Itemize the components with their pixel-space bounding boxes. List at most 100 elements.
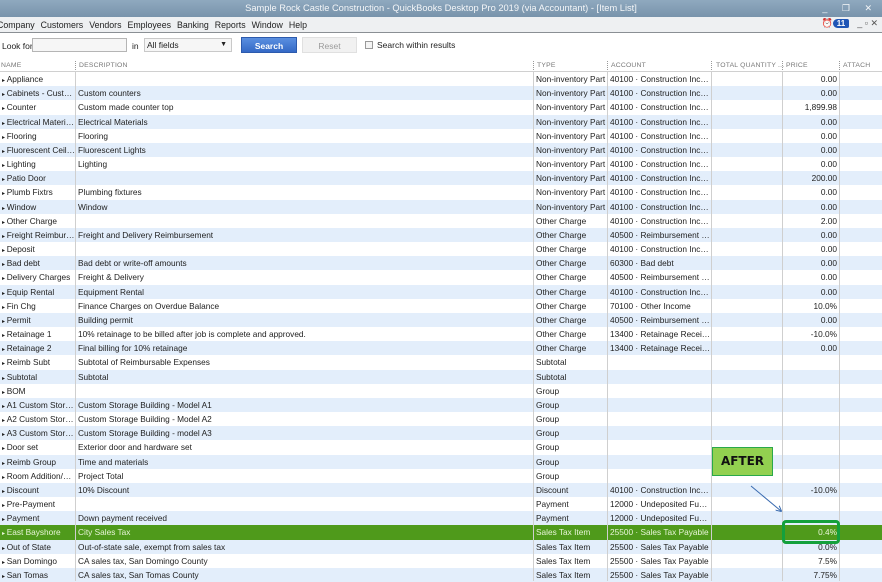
cell-name: ▸ Counter xyxy=(0,100,75,114)
cell-name: ▸ Lighting xyxy=(0,157,75,171)
col-account[interactable]: ACCOUNT xyxy=(611,62,646,69)
reset-button[interactable]: Reset xyxy=(302,37,357,53)
look-for-input[interactable] xyxy=(32,38,127,52)
table-row[interactable]: ▸ Reimb Subt Subtotal of Reimbursable Exp… xyxy=(0,355,882,369)
table-row[interactable]: ▸ Fin Chg Finance Charges on Overdue Bala… xyxy=(0,299,882,313)
menu-banking[interactable]: Banking xyxy=(177,20,209,30)
cell-description: Plumbing fixtures xyxy=(78,187,142,198)
window-controls[interactable]: _ ❐ ✕ xyxy=(822,0,878,17)
search-button[interactable]: Search xyxy=(241,37,297,53)
cell-account xyxy=(608,384,711,398)
table-row[interactable]: ▸ Subtotal Subtotal Subtotal xyxy=(0,369,882,384)
column-resize-handle[interactable] xyxy=(782,61,783,70)
cell-price: 0.00 xyxy=(820,229,837,240)
table-row[interactable]: ▸ San Tomas CA sales tax, San Tomas Count… xyxy=(0,567,882,582)
cell-type: Non-inventory Part xyxy=(536,74,606,84)
table-row[interactable]: ▸ Lighting Lighting Non-inventory Part 4010… xyxy=(0,157,882,171)
cell-price: 0.00 xyxy=(820,74,837,84)
reminders-button[interactable]: ⏰ 11 xyxy=(822,18,850,29)
cell-price: 0.00 xyxy=(820,343,837,354)
table-row[interactable]: ▸ Other Charge Other Charge 40100 · Constr… xyxy=(0,214,882,228)
cell-account: 25500 · Sales Tax Payable xyxy=(610,555,709,566)
col-attach[interactable]: ATTACH xyxy=(843,62,870,69)
menu-help[interactable]: Help xyxy=(289,20,307,30)
table-row[interactable]: ▸ Fluorescent Ceilin... Fluorescent Light… xyxy=(0,142,882,157)
cell-type: Other Charge xyxy=(536,229,587,240)
cell-total-quantity xyxy=(712,157,782,171)
menu-vendors[interactable]: Vendors xyxy=(89,20,121,30)
cell-name: ▸ Cabinets - Custom xyxy=(0,86,75,100)
table-row[interactable]: ▸ Appliance Non-inventory Part 40100 · Con… xyxy=(0,72,882,86)
table-row[interactable]: ▸ Retainage 2 Final billing for 10% retai… xyxy=(0,341,882,356)
table-row[interactable]: ▸ Permit Building permit Other Charge 40500… xyxy=(0,312,882,328)
col-description[interactable]: DESCRIPTION xyxy=(79,62,128,69)
cell-description: Out-of-state sale, exempt from sales tax xyxy=(78,541,226,552)
search-within-results[interactable]: Search within results xyxy=(365,40,455,50)
cell-account: 70100 · Other Income xyxy=(610,300,691,311)
cell-price: 0.00 xyxy=(820,272,837,283)
search-within-checkbox[interactable] xyxy=(365,41,373,49)
table-row[interactable]: ▸ A1 Custom Storag... Custom Storage Buil… xyxy=(0,397,882,413)
col-price[interactable]: PRICE xyxy=(786,62,808,69)
col-total-quantity[interactable]: TOTAL QUANTITY ... xyxy=(716,62,784,69)
table-row[interactable]: ▸ Deposit Other Charge 40100 · Constructio… xyxy=(0,242,882,256)
item-name: Reimb Group xyxy=(6,456,57,467)
cell-description: CA sales tax, San Tomas County xyxy=(78,569,199,580)
cell-name: ▸ Appliance xyxy=(0,72,75,86)
menu-reports[interactable]: Reports xyxy=(215,20,246,30)
item-name: Door set xyxy=(6,442,39,453)
menu-employees[interactable]: Employees xyxy=(127,20,171,30)
col-name[interactable]: NAME xyxy=(1,62,21,69)
cell-price xyxy=(783,455,839,469)
child-window-controls[interactable]: _ ▫ ✕ xyxy=(857,18,878,29)
menu-window[interactable]: Window xyxy=(252,20,283,30)
column-resize-handle[interactable] xyxy=(711,61,712,70)
cell-total-quantity xyxy=(712,185,782,199)
column-resize-handle[interactable] xyxy=(75,61,76,70)
item-name: Permit xyxy=(6,314,31,325)
column-resize-handle[interactable] xyxy=(533,61,534,70)
item-name: Reimb Subt xyxy=(6,357,51,368)
item-name: Out of State xyxy=(6,541,51,552)
cell-type: Non-inventory Part xyxy=(536,88,606,99)
cell-type: Non-inventory Part xyxy=(536,130,606,141)
table-row[interactable]: ▸ Freight Reimburse... Freight and Delive… xyxy=(0,227,882,243)
cell-type: Group xyxy=(536,385,560,396)
table-row[interactable]: ▸ Plumb Fixtrs Plumbing fixtures Non-inven… xyxy=(0,185,882,199)
table-row[interactable]: ▸ Delivery Charges Freight & Delivery Othe… xyxy=(0,270,882,284)
item-name: Freight Reimburse... xyxy=(6,229,75,240)
cell-account xyxy=(608,469,711,483)
table-row[interactable]: ▸ BOM Group xyxy=(0,384,882,398)
cell-type: Other Charge xyxy=(536,215,587,226)
table-row[interactable]: ▸ A3 Custom Storag... Custom Storage Buil… xyxy=(0,426,882,441)
col-type[interactable]: TYPE xyxy=(537,62,556,69)
cell-account: 25500 · Sales Tax Payable xyxy=(610,569,709,580)
cell-account: 40100 · Construction Incom... xyxy=(610,102,711,113)
menu-company[interactable]: Company xyxy=(0,20,35,30)
item-name: Deposit xyxy=(6,244,35,255)
table-row[interactable]: ▸ Bad debt Bad debt or write-off amounts O… xyxy=(0,256,882,271)
cell-name: ▸ Permit xyxy=(0,313,75,327)
menu-customers[interactable]: Customers xyxy=(41,20,84,30)
table-row[interactable]: ▸ Flooring Flooring Non-inventory Part 4010… xyxy=(0,129,882,143)
table-row[interactable]: ▸ Counter Custom made counter top Non-inve… xyxy=(0,100,882,114)
column-resize-handle[interactable] xyxy=(839,61,840,70)
cell-type: Group xyxy=(536,399,560,410)
item-name: Appliance xyxy=(6,74,44,84)
table-row[interactable]: ▸ San Domingo CA sales tax, San Domingo C… xyxy=(0,554,882,568)
table-row[interactable]: ▸ East Bayshore City Sales Tax Sales Tax I… xyxy=(0,525,882,540)
column-resize-handle[interactable] xyxy=(607,61,608,70)
cell-price: 200.00 xyxy=(811,173,837,184)
cell-type: Group xyxy=(536,428,560,439)
table-row[interactable]: ▸ A2 Custom Storag... Custom Storage Buil… xyxy=(0,412,882,426)
table-row[interactable]: ▸ Out of State Out-of-state sale, exempt … xyxy=(0,539,882,554)
table-row[interactable]: ▸ Cabinets - Custom Custom counters Non-in… xyxy=(0,86,882,101)
table-row[interactable]: ▸ Electrical Materials Electrical Materia… xyxy=(0,114,882,129)
table-row[interactable]: ▸ Patio Door Non-inventory Part 40100 · Co… xyxy=(0,171,882,186)
cell-total-quantity xyxy=(712,256,782,270)
table-row[interactable]: ▸ Retainage 1 10% retainage to be billed … xyxy=(0,327,882,341)
field-select[interactable]: All fields ▼ xyxy=(144,38,232,52)
table-row[interactable]: ▸ Equip Rental Equipment Rental Other Char… xyxy=(0,284,882,299)
table-row[interactable]: ▸ Window Window Non-inventory Part 40100 · … xyxy=(0,199,882,214)
cell-description: Custom Storage Building - Model A2 xyxy=(78,414,212,425)
